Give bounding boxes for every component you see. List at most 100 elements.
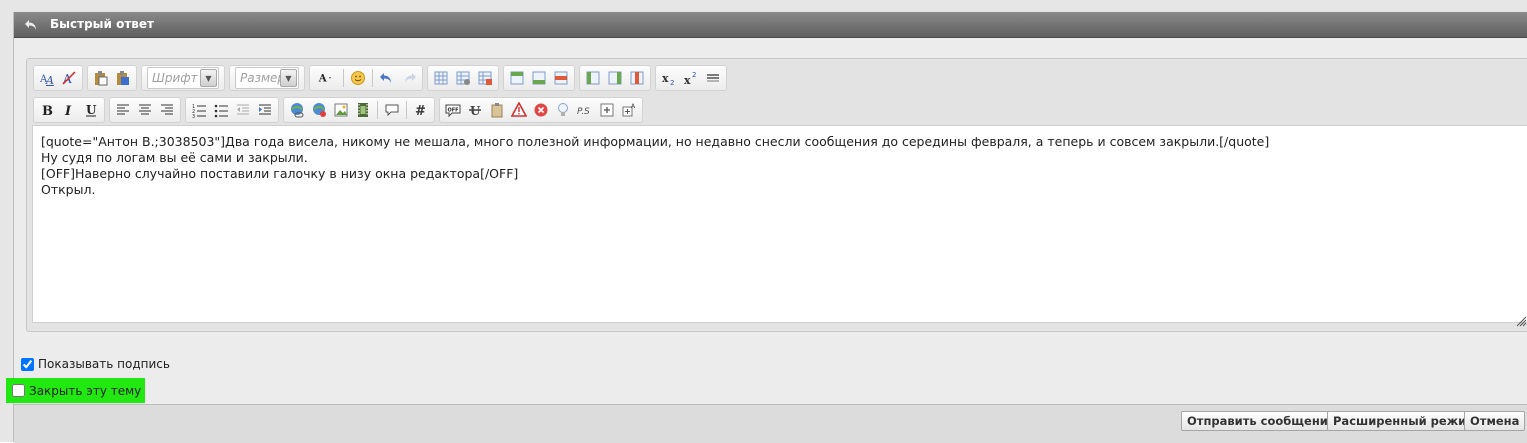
font-select-label: Шрифт [152,71,198,85]
action-bar: Отправить сообщение Расширенный режим От… [14,404,1527,443]
svg-text:U: U [470,104,481,118]
warning-icon[interactable] [509,100,529,120]
align-left-icon[interactable] [113,100,133,120]
toolbar-group-font: Шрифт ▼ [141,65,225,91]
unlink-icon[interactable] [309,100,329,120]
cancel-button[interactable]: Отмена [1464,411,1526,431]
insert-row-below-icon[interactable] [529,68,549,88]
resize-text-icon[interactable]: A [619,100,639,120]
horizontal-rule-icon[interactable] [703,68,723,88]
ps-icon[interactable]: P.S [575,100,595,120]
advanced-mode-button[interactable]: Расширенный режим [1327,411,1482,431]
ordered-list-icon[interactable]: 123 [189,100,209,120]
toolbar-group-align [109,97,181,123]
superscript-icon[interactable]: x2 [681,68,701,88]
table-properties-icon[interactable] [453,68,473,88]
show-signature-option[interactable]: Показывать подпись [21,357,170,371]
toolbar-group-format: B I U [33,97,105,123]
separator [343,69,344,87]
insert-video-icon[interactable] [353,100,373,120]
undo-icon[interactable] [377,68,397,88]
size-select[interactable]: Размер ▼ [235,67,299,89]
separator [377,101,378,119]
svg-text:A: A [631,103,636,110]
size-select-label: Размер [240,71,286,85]
delete-row-icon[interactable] [551,68,571,88]
svg-text:2: 2 [692,71,696,79]
insert-col-before-icon[interactable] [583,68,603,88]
show-signature-label: Показывать подпись [38,357,170,371]
font-select[interactable]: Шрифт ▼ [147,67,219,89]
svg-text:U: U [86,103,97,117]
wysiwyg-editor: AA A Шрифт ▼ [26,58,1527,332]
toolbar-group-color: A [309,65,423,91]
message-textarea[interactable]: [quote="Антон В.;3038503"]Два года висел… [32,125,1527,323]
panel-title: Быстрый ответ [50,17,154,31]
resize-grip-icon[interactable] [1515,315,1527,327]
strike-icon[interactable]: U [465,100,485,120]
smiley-icon[interactable] [348,68,368,88]
quick-reply-panel: Быстрый ответ AA A [6,12,1527,443]
svg-text:x: x [684,74,691,86]
spoiler-icon[interactable] [597,100,617,120]
paste-text-icon[interactable] [91,68,111,88]
toolbar-group-mode: AA A [33,65,83,91]
separator [372,69,373,87]
toolbar-group-lists: 123 [185,97,279,123]
delete-table-icon[interactable] [475,68,495,88]
toolbar-group-script: x2 x2 [655,65,727,91]
switch-mode-icon[interactable]: AA [37,68,57,88]
insert-col-after-icon[interactable] [605,68,625,88]
toolbar-row-1: AA A Шрифт ▼ [33,65,727,91]
clipboard-icon[interactable] [487,100,507,120]
svg-text:3: 3 [192,114,195,118]
outdent-icon[interactable] [233,100,253,120]
toolbar-group-bbcode: OFF U P.S A [439,97,643,123]
insert-row-above-icon[interactable] [507,68,527,88]
svg-text:A: A [45,74,54,86]
svg-text:OFF: OFF [448,108,459,114]
subscript-icon[interactable]: x2 [659,68,679,88]
quote-icon[interactable] [382,100,402,120]
remove-format-icon[interactable]: A [59,68,79,88]
toolbar-group-insert: # [283,97,435,123]
svg-text:I: I [64,104,72,118]
chevron-down-icon: ▼ [200,69,217,87]
error-icon[interactable] [531,100,551,120]
unordered-list-icon[interactable] [211,100,231,120]
close-thread-label: Закрыть эту тему [29,383,142,398]
text-color-icon[interactable]: A [313,68,339,88]
indent-icon[interactable] [255,100,275,120]
close-thread-option[interactable]: Закрыть эту тему [6,378,145,403]
svg-text:P.S: P.S [577,107,590,117]
chevron-down-icon: ▼ [280,69,297,87]
close-thread-checkbox[interactable] [12,384,25,397]
underline-icon[interactable]: U [81,100,101,120]
offtopic-icon[interactable]: OFF [443,100,463,120]
redo-icon[interactable] [399,68,419,88]
collapse-arrow-icon[interactable] [23,17,39,33]
submit-button[interactable]: Отправить сообщение [1181,411,1342,431]
align-center-icon[interactable] [135,100,155,120]
svg-text:2: 2 [670,79,674,86]
svg-text:x: x [662,72,669,85]
insert-image-icon[interactable] [331,100,351,120]
quick-reply-header: Быстрый ответ [14,12,1527,38]
insert-table-icon[interactable] [431,68,451,88]
toolbar-row-2: B I U 123 # OFF U P.S A [33,97,643,123]
svg-text:B: B [42,104,53,118]
svg-text:A: A [318,73,327,85]
paste-word-icon[interactable] [113,68,133,88]
delete-col-icon[interactable] [627,68,647,88]
bold-icon[interactable]: B [37,100,57,120]
svg-text:#: # [415,104,426,118]
italic-icon[interactable]: I [59,100,79,120]
separator [406,101,407,119]
toolbar-group-rows [503,65,575,91]
show-signature-checkbox[interactable] [21,357,34,371]
hint-bulb-icon[interactable] [553,100,573,120]
insert-link-icon[interactable] [287,100,307,120]
toolbar-group-clipboard [87,65,137,91]
hash-tag-icon[interactable]: # [411,100,431,120]
align-right-icon[interactable] [157,100,177,120]
